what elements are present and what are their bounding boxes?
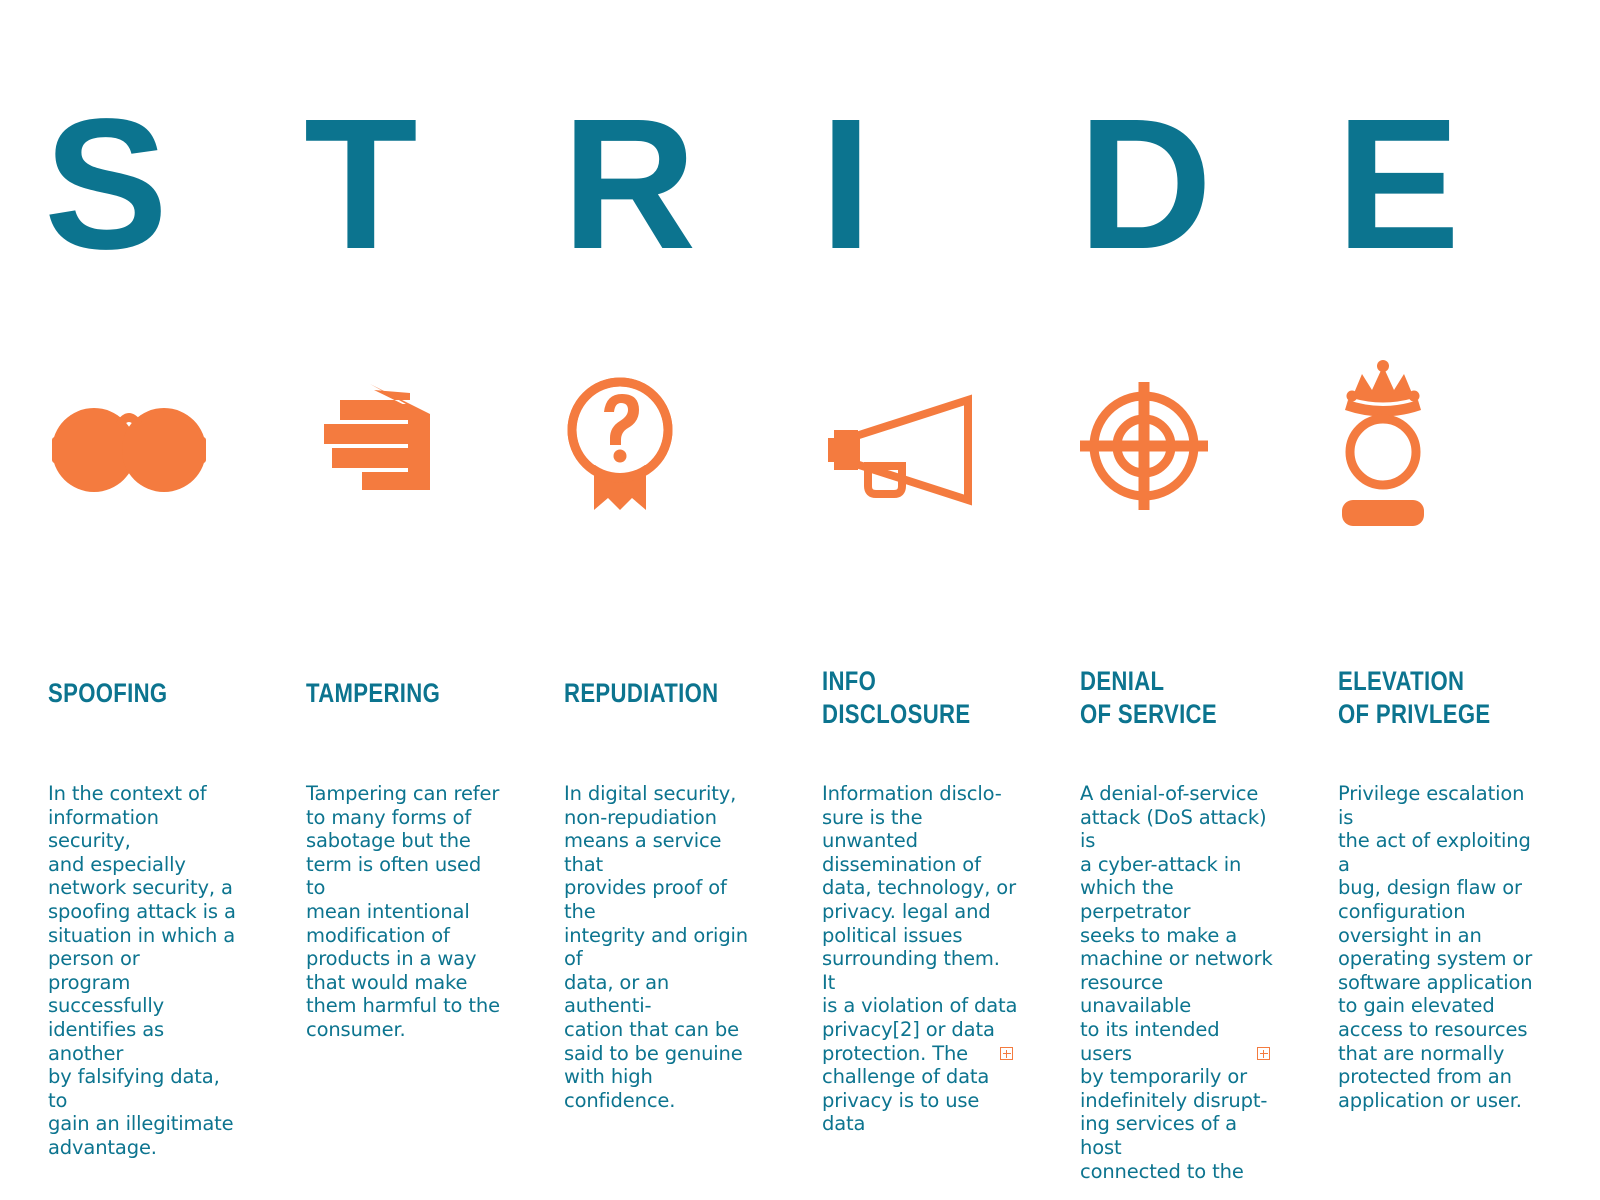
heading-info-disclosure-line-2: DISCLOSURE: [822, 699, 971, 729]
body-info-disclosure: Information disclo- sure is the unwanted…: [822, 782, 1018, 1136]
overset-text-marker-denial-of-service[interactable]: [1257, 1047, 1270, 1060]
question-badge-icon: [560, 360, 790, 530]
heading-denial-of-service-line-2: OF SERVICE: [1080, 699, 1217, 729]
stride-title: S T R I D E: [44, 90, 1524, 280]
hand-icon: [302, 360, 532, 530]
heading-tampering-line-1: TAMPERING: [306, 678, 441, 708]
heading-spoofing: SPOOFING: [48, 680, 245, 707]
heading-tampering: TAMPERING: [306, 680, 503, 707]
overset-text-marker-info-disclosure[interactable]: [1000, 1047, 1013, 1060]
body-spoofing: In the context of information security, …: [48, 782, 236, 1159]
heading-info-disclosure: INFO DISCLOSURE: [822, 668, 1019, 728]
title-letter-e: E: [1336, 81, 1461, 288]
heading-elevation-of-privilege-line-2: OF PRIVLEGE: [1338, 699, 1491, 729]
heading-row: SPOOFING TAMPERING REPUDIATION INFO DISC…: [44, 660, 1534, 760]
heading-elevation-of-privilege-line-1: ELEVATION: [1338, 666, 1465, 696]
heading-spoofing-line-1: SPOOFING: [48, 678, 168, 708]
heading-info-disclosure-line-1: INFO: [822, 666, 877, 696]
heading-denial-of-service: DENIAL OF SERVICE: [1080, 668, 1277, 728]
crowned-user-icon: [1334, 360, 1564, 530]
icon-row: [44, 360, 1534, 530]
title-letter-t: T: [304, 81, 418, 288]
crosshair-icon: [1076, 360, 1306, 530]
stride-infographic: S T R I D E SPOOFING TAMPERING REPUDIATI…: [0, 0, 1600, 1200]
body-denial-of-service: A denial-of-service attack (DoS attack) …: [1080, 782, 1273, 1183]
body-repudiation: In digital security, non-repudiation mea…: [564, 782, 749, 1112]
title-letter-i: I: [820, 81, 872, 288]
title-letter-r: R: [562, 81, 697, 288]
heading-repudiation-line-1: REPUDIATION: [564, 678, 719, 708]
heading-repudiation: REPUDIATION: [564, 680, 761, 707]
body-elevation-of-privilege: Privilege escalation is the act of explo…: [1338, 782, 1533, 1112]
body-row: In the context of information security, …: [44, 782, 1534, 1183]
heading-denial-of-service-line-1: DENIAL: [1080, 666, 1165, 696]
glasses-icon: [44, 360, 274, 530]
body-tampering: Tampering can refer to many forms of sab…: [306, 782, 500, 1041]
megaphone-icon: [818, 360, 1048, 530]
heading-elevation-of-privilege: ELEVATION OF PRIVLEGE: [1338, 668, 1535, 728]
title-letter-d: D: [1078, 81, 1213, 288]
title-letter-s: S: [44, 81, 169, 288]
